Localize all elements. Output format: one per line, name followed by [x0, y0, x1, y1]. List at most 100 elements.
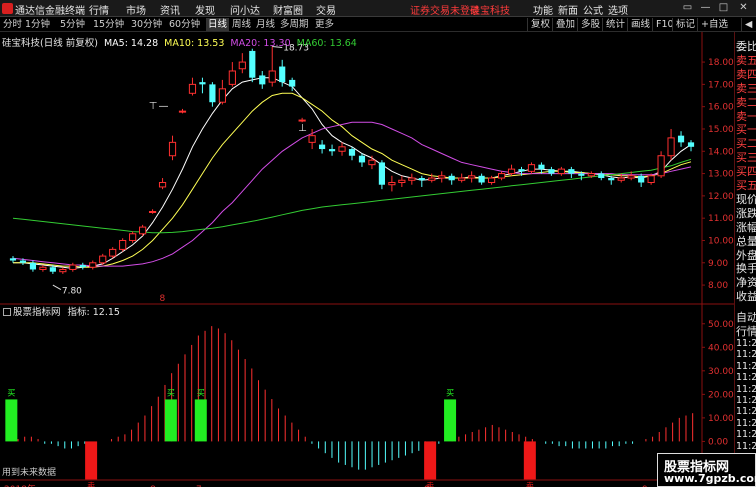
candle-body — [139, 226, 147, 235]
candle-body — [638, 175, 645, 183]
candle-body — [148, 210, 157, 213]
price-tick-label: 8.00 — [708, 281, 728, 291]
candle-body — [497, 173, 506, 179]
buy-signal-label: 买 — [7, 388, 15, 397]
tab-60min[interactable]: 60分钟 — [169, 18, 200, 31]
tab-weekly[interactable]: 周线 — [232, 18, 251, 31]
indicator-tick-label: 10.00 — [708, 414, 734, 424]
ma5-value: MA5: 14.28 — [103, 38, 159, 49]
buy-signal-label: 买 — [197, 388, 205, 397]
candle-body — [418, 178, 425, 181]
candle-body — [488, 177, 496, 183]
close-icon[interactable]: ✕ — [736, 1, 751, 15]
candle-body — [318, 144, 326, 150]
side-panel-label[interactable]: 行情 — [736, 323, 756, 339]
ma-lines — [12, 77, 692, 269]
menu-info[interactable]: 资讯 — [160, 2, 180, 17]
menu-discover[interactable]: 发现 — [195, 2, 215, 17]
candle-body — [368, 159, 376, 166]
low-pointer — [52, 284, 62, 290]
f10-button[interactable]: F10 — [652, 18, 674, 31]
candle-body — [119, 239, 127, 250]
maximize-icon[interactable]: □ — [716, 1, 731, 15]
ma60-value: MA60: 13.64 — [296, 38, 357, 49]
tab-daily[interactable]: 日线 — [206, 18, 230, 31]
tab-1min[interactable]: 1分钟 — [25, 18, 50, 31]
candle-body — [677, 135, 685, 143]
restore-icon[interactable]: ▭ — [680, 1, 695, 15]
candle-body — [398, 179, 406, 183]
stats-button[interactable]: 统计 — [602, 18, 625, 31]
tick-time: 11:2 — [736, 349, 756, 361]
multi-stock-button[interactable]: 多股 — [577, 18, 600, 31]
candle-body — [268, 70, 276, 83]
tab-multi-period[interactable]: 多周期 — [280, 18, 309, 31]
candle-body — [657, 155, 665, 177]
candle-body — [178, 110, 187, 113]
app-logo-icon — [2, 3, 13, 14]
price-tick-label: 12.00 — [708, 192, 734, 202]
tab-monthly[interactable]: 月线 — [256, 18, 275, 31]
tab-timeshare[interactable]: 分时 — [3, 18, 22, 31]
tick-time: 11:2 — [736, 383, 756, 395]
price-tick-label: 18.00 — [708, 58, 734, 68]
menu-options[interactable]: 选项 — [608, 2, 628, 17]
kline-chart[interactable]: 18.00 17.00 16.00 15.00 14.00 13.00 12.00 11.00… — [0, 32, 734, 487]
indicator-tick-label: 30.00 — [708, 367, 734, 377]
candle-body — [228, 70, 236, 85]
candle-body — [19, 260, 27, 263]
candle-body — [79, 265, 86, 268]
tab-30min[interactable]: 30分钟 — [131, 18, 162, 31]
candle-body — [358, 155, 366, 163]
sell-signal-label: 卖 — [526, 481, 534, 487]
price-tick-label: 9.00 — [708, 259, 728, 269]
candle-body — [199, 82, 206, 85]
stock-name: 硅宝科技 — [470, 6, 510, 17]
collapse-icon[interactable]: ◀ — [741, 18, 752, 31]
chart-marker: — — [159, 101, 169, 112]
menu-market[interactable]: 市场 — [126, 2, 146, 17]
candles — [9, 46, 695, 274]
candle-body — [259, 75, 266, 85]
menu-ask[interactable]: 问小达 — [230, 2, 260, 17]
mark-button[interactable]: 标记 — [672, 18, 695, 31]
tick-time: 11:2 — [736, 338, 756, 349]
indicator-title[interactable]: 股票指标网 — [13, 307, 61, 318]
adjust-button[interactable]: 复权 — [527, 18, 550, 31]
candle-body — [468, 175, 476, 179]
buy-signal-bar — [444, 399, 457, 442]
menu-new[interactable]: 新面 — [558, 2, 578, 17]
minimize-icon[interactable]: — — [698, 1, 713, 15]
tab-more[interactable]: 更多 — [315, 18, 334, 31]
candle-body — [289, 79, 296, 87]
menu-wealth[interactable]: 财富圈 — [273, 2, 303, 17]
ma10-value: MA10: 13.53 — [164, 38, 225, 49]
draw-button[interactable]: 画线 — [627, 18, 650, 31]
stock-title: 硅宝科技(日线 前复权) — [2, 38, 98, 49]
candle-body — [458, 177, 466, 181]
tick-time: 11:2 — [736, 440, 756, 452]
menu-quotes[interactable]: 行情 — [89, 2, 109, 17]
price-tick-label: 15.00 — [708, 125, 734, 135]
buy-signal-label: 买 — [167, 388, 175, 397]
date-axis: 2018年87898 — [4, 294, 648, 487]
menu-formula[interactable]: 公式 — [583, 2, 603, 17]
candle-body — [49, 267, 56, 272]
candle-body — [348, 149, 356, 156]
candle-body — [478, 175, 485, 183]
watermark-url: www.7gpzb.com — [664, 472, 756, 485]
tab-15min[interactable]: 15分钟 — [93, 18, 124, 31]
candle-body — [298, 119, 306, 122]
candle-body — [249, 50, 256, 78]
indicator-tick-label: 0.00 — [708, 437, 728, 447]
indicator-settings-icon[interactable] — [3, 308, 11, 316]
add-watchlist-button[interactable]: +自选 — [697, 18, 728, 31]
overlay-button[interactable]: 叠加 — [552, 18, 575, 31]
menu-trade[interactable]: 交易 — [316, 2, 336, 17]
candle-body — [507, 168, 516, 175]
period-marker: 8 — [160, 294, 166, 304]
future-data-note: 用到未来数据 — [2, 468, 57, 478]
tab-5min[interactable]: 5分钟 — [60, 18, 85, 31]
menu-function[interactable]: 功能 — [533, 2, 553, 17]
candle-body — [438, 175, 446, 179]
